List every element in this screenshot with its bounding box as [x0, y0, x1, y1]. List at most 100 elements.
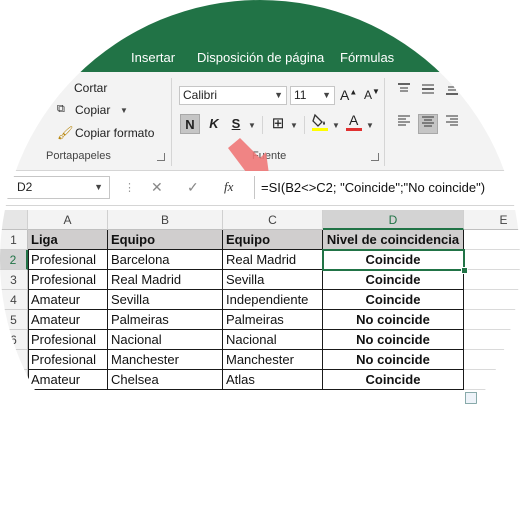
table-cell[interactable]: Profesional — [28, 330, 108, 350]
table-header-equipo-1[interactable]: Equipo — [108, 230, 223, 250]
table-cell[interactable]: Palmeiras — [108, 310, 223, 330]
align-left-icon[interactable] — [394, 114, 414, 134]
align-right-icon[interactable] — [442, 114, 462, 134]
font-color-icon[interactable]: A — [344, 112, 364, 132]
selected-cell-d2[interactable] — [322, 249, 465, 271]
table-cell[interactable]: Nacional — [108, 330, 223, 350]
table-cell[interactable]: Sevilla — [223, 270, 323, 290]
copy-dropdown-icon[interactable]: ▼ — [120, 106, 128, 115]
tab-disposicion-de-pagina[interactable]: Disposición de página — [197, 50, 324, 65]
increase-font-icon[interactable]: A▲ — [340, 87, 357, 103]
name-box[interactable]: D2 ▼ — [0, 176, 110, 199]
formula-input[interactable]: =SI(B2<>C2; "Coincide";"No coincide") — [254, 176, 520, 199]
underline-button[interactable]: S — [226, 114, 246, 134]
borders-dropdown-icon[interactable]: ▼ — [290, 121, 298, 130]
separator — [262, 116, 263, 134]
empty-cell[interactable] — [464, 330, 520, 350]
table-cell[interactable]: Amateur — [28, 310, 108, 330]
table-cell[interactable]: Profesional — [28, 350, 108, 370]
table-cell[interactable]: Independiente — [223, 290, 323, 310]
font-name-value: Calibri — [183, 88, 218, 102]
table-cell-result[interactable]: Coincide — [323, 370, 464, 390]
font-name-select[interactable]: Calibri ▼ — [179, 86, 287, 105]
row-header-6[interactable]: 6 — [0, 330, 28, 350]
underline-dropdown-icon[interactable]: ▼ — [248, 121, 256, 130]
table-cell[interactable]: Manchester — [223, 350, 323, 370]
font-size-value: 11 — [294, 88, 307, 102]
table-header-nivel[interactable]: Nivel de coincidencia — [323, 230, 464, 250]
select-all-corner[interactable] — [0, 210, 28, 230]
column-header-a[interactable]: A — [28, 210, 108, 230]
clipboard-group-label: Portapapeles — [46, 150, 111, 162]
table-cell-result[interactable]: No coincide — [323, 350, 464, 370]
table-header-equipo-2[interactable]: Equipo — [223, 230, 323, 250]
font-launcher-icon[interactable] — [371, 153, 379, 161]
empty-cell[interactable] — [464, 370, 520, 390]
group-separator — [171, 78, 172, 166]
table-cell[interactable]: Palmeiras — [223, 310, 323, 330]
table-cell-result[interactable]: Coincide — [323, 290, 464, 310]
tab-formulas[interactable]: Fórmulas — [340, 50, 394, 65]
table-header-liga[interactable]: Liga — [28, 230, 108, 250]
borders-icon[interactable]: ⊞ — [268, 114, 288, 134]
row-header-5[interactable]: 5 — [0, 310, 28, 330]
column-header-e[interactable]: E — [464, 210, 520, 230]
column-header-c[interactable]: C — [223, 210, 323, 230]
clipboard-launcher-icon[interactable] — [157, 153, 165, 161]
row-header-1[interactable]: 1 — [0, 230, 28, 250]
table-cell-result[interactable]: No coincide — [323, 330, 464, 350]
ribbon-tab-bar: Insertar Disposición de página Fórmulas — [0, 0, 520, 72]
row-header-4[interactable]: 4 — [0, 290, 28, 310]
formula-bar: D2 ▼ ⋮ ✕ ✓ fx =SI(B2<>C2; "Coincide";"No… — [0, 171, 520, 206]
table-cell[interactable]: Amateur — [28, 290, 108, 310]
table-cell-result[interactable]: No coincide — [323, 310, 464, 330]
font-color-dropdown-icon[interactable]: ▼ — [366, 121, 374, 130]
align-top-icon[interactable] — [394, 82, 414, 102]
table-cell[interactable]: Amateur — [28, 370, 108, 390]
table-cell[interactable]: Profesional — [28, 270, 108, 290]
empty-cell[interactable] — [464, 290, 520, 310]
table-cell[interactable]: Real Madrid — [108, 270, 223, 290]
table-cell[interactable]: Atlas — [223, 370, 323, 390]
row-header-3[interactable]: 3 — [0, 270, 28, 290]
align-bottom-icon[interactable] — [442, 82, 462, 102]
chevron-down-icon: ▼ — [274, 90, 283, 100]
fill-color-dropdown-icon[interactable]: ▼ — [332, 121, 340, 130]
insert-function-icon[interactable]: fx — [224, 179, 233, 195]
chevron-down-icon[interactable]: ▼ — [94, 177, 103, 198]
empty-cell[interactable] — [464, 270, 520, 290]
italic-button[interactable]: K — [204, 114, 224, 134]
column-header-d[interactable]: D — [323, 210, 464, 230]
decrease-font-icon[interactable]: A▼ — [364, 87, 380, 102]
row-header-7[interactable]: 7 — [0, 350, 28, 370]
empty-cell[interactable] — [464, 310, 520, 330]
cut-button[interactable]: Cortar — [74, 81, 107, 95]
empty-cell[interactable] — [464, 350, 520, 370]
format-painter-button[interactable]: Copiar formato — [75, 126, 154, 140]
copy-button[interactable]: Copiar — [75, 103, 110, 117]
table-cell[interactable]: Sevilla — [108, 290, 223, 310]
screenshot-stage: Insertar Disposición de página Fórmulas … — [0, 0, 520, 520]
fill-handle[interactable] — [461, 267, 468, 274]
empty-cell[interactable] — [464, 230, 520, 250]
table-cell[interactable]: Real Madrid — [223, 250, 323, 270]
row-header-2[interactable]: 2 — [0, 250, 28, 270]
table-cell[interactable]: Profesional — [28, 250, 108, 270]
align-middle-icon[interactable] — [418, 82, 438, 102]
table-cell-result[interactable]: Coincide — [323, 270, 464, 290]
empty-cell[interactable] — [464, 250, 520, 270]
bold-button[interactable]: N — [180, 114, 200, 134]
fill-color-icon[interactable] — [310, 112, 330, 132]
table-cell[interactable]: Manchester — [108, 350, 223, 370]
table-cell[interactable]: Nacional — [223, 330, 323, 350]
enter-check-icon[interactable]: ✓ — [187, 179, 199, 196]
cancel-icon[interactable]: ✕ — [151, 179, 163, 196]
column-header-b[interactable]: B — [108, 210, 223, 230]
quick-analysis-icon[interactable] — [465, 392, 477, 404]
row-header-8[interactable]: 8 — [0, 370, 28, 390]
table-cell[interactable]: Barcelona — [108, 250, 223, 270]
tab-insertar[interactable]: Insertar — [131, 50, 175, 65]
align-center-icon[interactable] — [418, 114, 438, 134]
font-size-select[interactable]: 11 ▼ — [290, 86, 335, 105]
table-cell[interactable]: Chelsea — [108, 370, 223, 390]
